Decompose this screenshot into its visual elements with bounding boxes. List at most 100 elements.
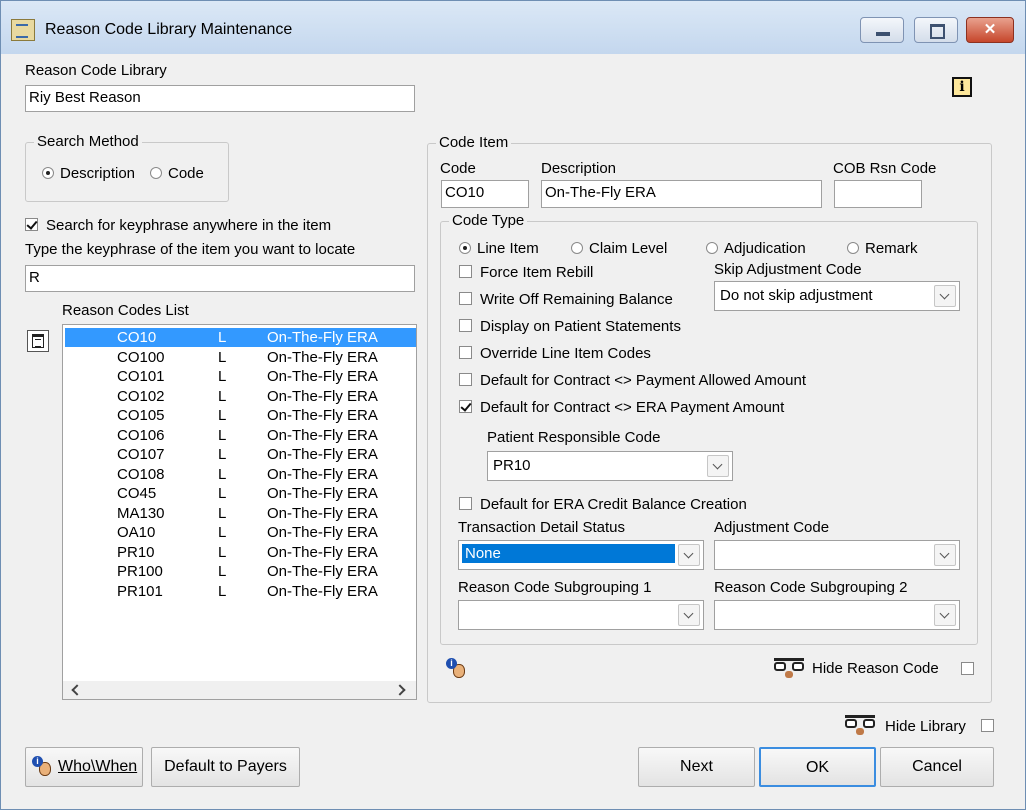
chevron-down-icon[interactable] (678, 544, 700, 566)
default-contract-allowed-amount-label: Default for Contract <> Payment Allowed … (480, 372, 807, 389)
chevron-down-icon[interactable] (934, 604, 956, 626)
force-item-rebill-checkbox[interactable]: Force Item Rebill (459, 264, 593, 281)
search-by-code-radio[interactable]: Code (150, 165, 204, 182)
close-icon: ✕ (983, 21, 997, 38)
chevron-down-icon[interactable] (934, 285, 956, 307)
minimize-button[interactable] (860, 17, 904, 43)
who-when-button[interactable]: i Who\When (25, 747, 143, 787)
list-item-code: CO105 (117, 407, 165, 424)
search-by-description-radio[interactable]: Description (42, 165, 135, 182)
hide-reason-code-checkbox[interactable] (961, 662, 974, 675)
radio-on-icon (459, 242, 471, 254)
list-item-code: PR101 (117, 582, 163, 600)
hide-reason-code-label: Hide Reason Code (812, 660, 939, 677)
info-icon[interactable]: i (952, 77, 972, 97)
list-item-description: On-The-Fly ERA (267, 504, 378, 522)
display-on-patient-statements-checkbox[interactable]: Display on Patient Statements (459, 318, 681, 335)
adjustment-code-label: Adjustment Code (714, 519, 830, 536)
transaction-detail-status-select[interactable]: None (458, 540, 704, 570)
list-item[interactable]: CO100 L On-The-Fly ERA (65, 348, 416, 367)
search-anywhere-checkbox[interactable]: Search for keyphrase anywhere in the ite… (25, 217, 331, 234)
maximize-button[interactable] (914, 17, 958, 43)
keyphrase-input[interactable]: R (25, 265, 415, 292)
skip-adjustment-select[interactable]: Do not skip adjustment (714, 281, 960, 311)
list-item-code: MA130 (117, 504, 165, 522)
list-item-code: CO45 (117, 485, 157, 502)
hide-library-label: Hide Library (885, 718, 966, 735)
default-contract-era-payment-checkbox[interactable]: Default for Contract <> ERA Payment Amou… (459, 399, 784, 416)
default-contract-allowed-amount-checkbox[interactable]: Default for Contract <> Payment Allowed … (459, 372, 806, 389)
subgrouping-2-select[interactable] (714, 600, 960, 630)
list-item-description: On-The-Fly ERA (267, 465, 378, 483)
default-to-payers-button[interactable]: Default to Payers (151, 747, 300, 787)
hide-library-checkbox[interactable] (981, 719, 994, 732)
code-input[interactable]: CO10 (441, 180, 529, 208)
list-item[interactable]: PR101 L On-The-Fly ERA (65, 582, 416, 601)
checkbox-unchecked-icon (459, 373, 472, 386)
list-item-type: L (218, 485, 227, 502)
patient-responsible-code-select[interactable]: PR10 (487, 451, 733, 481)
minimize-icon (876, 32, 890, 36)
list-item[interactable]: CO105 L On-The-Fly ERA (65, 406, 416, 425)
cob-rsn-code-input[interactable] (834, 180, 922, 208)
line-item-radio[interactable]: Line Item (459, 240, 539, 257)
list-item[interactable]: CO107 L On-The-Fly ERA (65, 445, 416, 464)
code-item-group: Code Item Code CO10 Description On-The-F… (427, 134, 992, 703)
list-item-type: L (218, 368, 227, 385)
list-item-type: L (218, 446, 227, 463)
list-item[interactable]: OA10 L On-The-Fly ERA (65, 523, 416, 542)
description-input[interactable]: On-The-Fly ERA (541, 180, 822, 208)
patient-responsible-code-label: Patient Responsible Code (487, 429, 661, 446)
list-item-description: On-The-Fly ERA (267, 446, 378, 463)
checkbox-checked-icon (25, 218, 38, 231)
horizontal-scrollbar[interactable] (63, 681, 416, 699)
checkbox-unchecked-icon (459, 265, 472, 278)
library-name-input[interactable]: Riy Best Reason (25, 85, 415, 112)
override-line-item-codes-checkbox[interactable]: Override Line Item Codes (459, 345, 651, 362)
chevron-down-icon[interactable] (678, 604, 700, 626)
adjustment-code-select[interactable] (714, 540, 960, 570)
list-item[interactable]: CO108 L On-The-Fly ERA (65, 465, 416, 484)
chevron-down-icon[interactable] (934, 544, 956, 566)
scroll-right-icon[interactable] (394, 684, 406, 696)
list-item-type: L (218, 582, 227, 600)
list-item[interactable]: CO102 L On-The-Fly ERA (65, 387, 416, 406)
list-item[interactable]: CO45 L On-The-Fly ERA (65, 484, 416, 503)
reason-codes-list[interactable]: CO10 L On-The-Fly ERA CO100 L On-The-Fly ERA C… (62, 324, 417, 700)
cancel-button[interactable]: Cancel (880, 747, 994, 787)
title-bar[interactable]: Reason Code Library Maintenance ✕ (1, 1, 1025, 54)
list-item-type: L (218, 563, 227, 580)
list-item[interactable]: CO10 L On-The-Fly ERA (65, 328, 416, 347)
radio-off-icon (706, 242, 718, 254)
code-item-whowhen-icon[interactable]: i (446, 658, 468, 680)
list-item-code: OA10 (117, 524, 156, 541)
display-on-patient-statements-label: Display on Patient Statements (480, 318, 681, 335)
list-item-code: CO106 (117, 426, 165, 444)
claim-level-radio[interactable]: Claim Level (571, 240, 667, 257)
chevron-down-icon[interactable] (707, 455, 729, 477)
scroll-left-icon[interactable] (71, 684, 83, 696)
patient-responsible-code-value: PR10 (493, 457, 531, 474)
list-options-icon[interactable] (27, 330, 49, 352)
ok-button[interactable]: OK (759, 747, 876, 787)
list-item[interactable]: CO101 L On-The-Fly ERA (65, 367, 416, 386)
who-when-label: Who\When (58, 758, 138, 775)
list-item[interactable]: MA130 L On-The-Fly ERA (65, 504, 416, 523)
adjudication-radio[interactable]: Adjudication (706, 240, 806, 257)
write-off-remaining-balance-checkbox[interactable]: Write Off Remaining Balance (459, 291, 673, 308)
checkbox-unchecked-icon (459, 319, 472, 332)
radio-off-icon (847, 242, 859, 254)
list-item-type: L (218, 465, 227, 483)
list-item[interactable]: CO106 L On-The-Fly ERA (65, 426, 416, 445)
code-type-group: Code Type Line Item Claim Level Adjudica… (440, 212, 978, 645)
next-button[interactable]: Next (638, 747, 755, 787)
remark-radio[interactable]: Remark (847, 240, 918, 257)
close-button[interactable]: ✕ (966, 17, 1014, 43)
search-method-group: Search Method Description Code (25, 133, 229, 202)
list-item-description: On-The-Fly ERA (267, 426, 378, 444)
list-item-code: CO10 (117, 329, 157, 346)
subgrouping-1-select[interactable] (458, 600, 704, 630)
era-credit-balance-checkbox[interactable]: Default for ERA Credit Balance Creation (459, 496, 747, 513)
list-item[interactable]: PR10 L On-The-Fly ERA (65, 543, 416, 562)
list-item[interactable]: PR100 L On-The-Fly ERA (65, 562, 416, 581)
